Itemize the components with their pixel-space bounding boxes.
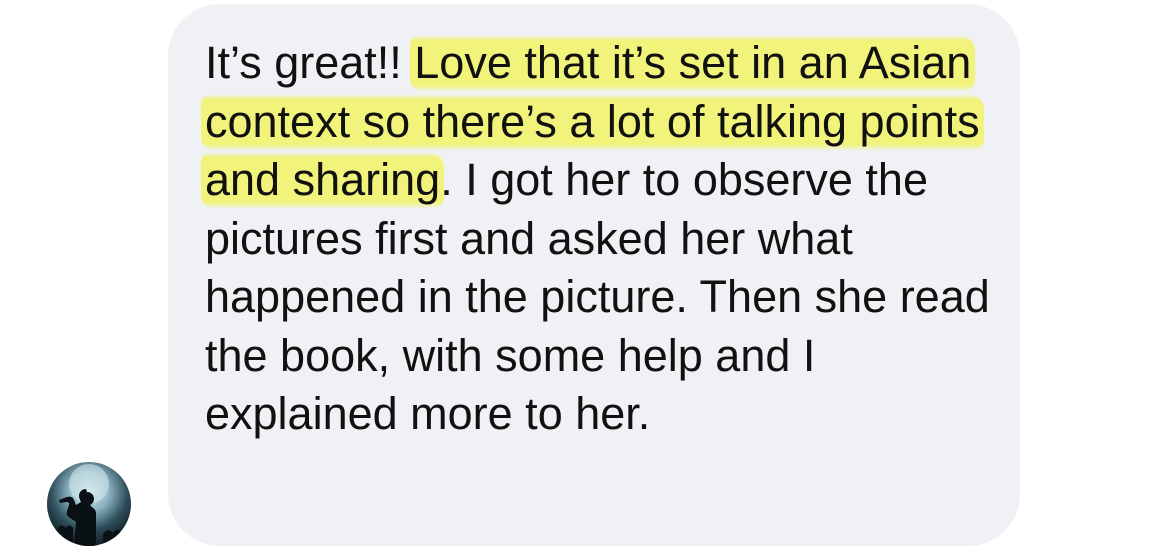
sender-avatar[interactable] xyxy=(47,462,131,546)
message-intro: It’s great!! xyxy=(205,37,402,88)
message-text: It’s great!! Love that it’s set in an As… xyxy=(201,34,995,444)
chat-view: It’s great!! Love that it’s set in an As… xyxy=(0,0,1169,556)
concert-silhouette-icon xyxy=(47,464,131,546)
